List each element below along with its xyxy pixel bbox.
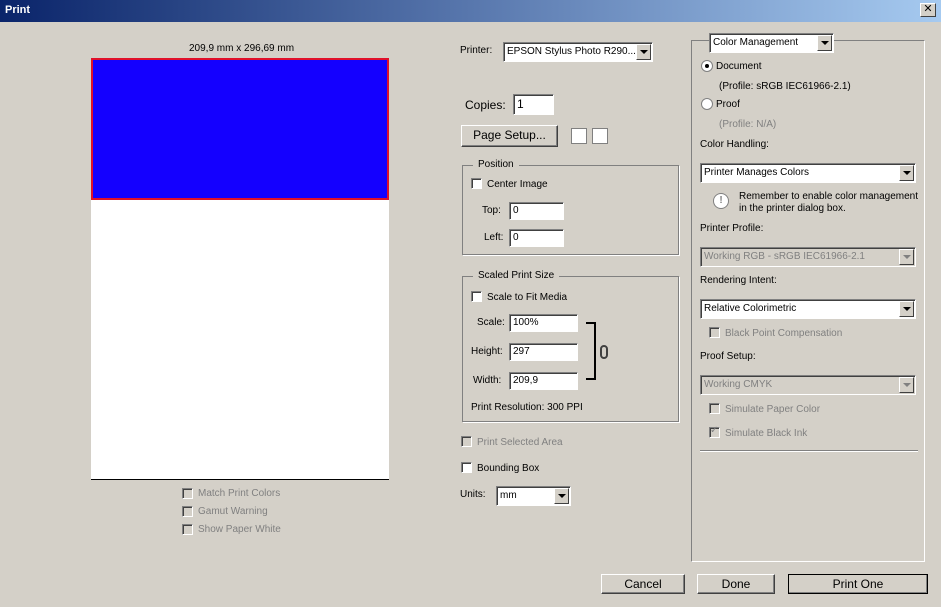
top-input[interactable]: 0 <box>509 202 564 220</box>
gamut-warning-label: Gamut Warning <box>198 506 268 517</box>
printer-profile-label: Printer Profile: <box>700 223 764 234</box>
gamut-warning-checkbox[interactable] <box>182 506 193 517</box>
units-label: Units: <box>460 489 486 500</box>
chevron-down-icon <box>899 165 914 181</box>
landscape-orientation-icon[interactable] <box>592 128 608 144</box>
width-input[interactable]: 209,9 <box>509 372 578 390</box>
chevron-down-icon <box>899 301 914 317</box>
constrain-bracket <box>586 322 596 380</box>
close-icon: ✕ <box>923 3 933 15</box>
printer-value: EPSON Stylus Photo R290... <box>507 46 636 57</box>
printer-select[interactable]: EPSON Stylus Photo R290... <box>503 42 653 62</box>
simulate-paper-color-label: Simulate Paper Color <box>725 404 821 415</box>
color-handling-label: Color Handling: <box>700 139 769 150</box>
show-paper-white-label: Show Paper White <box>198 524 281 535</box>
height-label: Height: <box>471 346 503 357</box>
scale-input[interactable]: 100% <box>509 314 578 332</box>
center-image-label: Center Image <box>487 179 548 190</box>
color-management-reminder: Remember to enable color management in t… <box>739 191 918 214</box>
color-management-value: Color Management <box>713 37 799 48</box>
document-profile: (Profile: sRGB IEC61966-2.1) <box>719 81 851 92</box>
scale-to-fit-label: Scale to Fit Media <box>487 292 568 303</box>
proof-radio[interactable] <box>701 98 713 110</box>
preview-image[interactable] <box>91 58 389 200</box>
rendering-intent-label: Rendering Intent: <box>700 275 777 286</box>
proof-setup-select[interactable]: Working CMYK <box>700 375 916 395</box>
scaled-print-size-title: Scaled Print Size <box>473 270 560 281</box>
preview-dimensions: 209,9 mm x 296,69 mm <box>189 43 295 54</box>
left-label: Left: <box>484 232 504 243</box>
chevron-down-icon <box>817 35 832 51</box>
rendering-intent-select[interactable]: Relative Colorimetric <box>700 299 916 319</box>
rendering-intent-value: Relative Colorimetric <box>704 303 797 314</box>
window-title: Print <box>5 4 31 16</box>
chevron-down-icon <box>554 488 569 504</box>
panel-divider <box>700 450 918 452</box>
portrait-orientation-icon[interactable] <box>571 128 587 144</box>
printer-profile-select[interactable]: Working RGB - sRGB IEC61966-2.1 <box>700 247 916 267</box>
proof-label: Proof <box>716 99 740 110</box>
print-selected-area-label: Print Selected Area <box>477 437 563 448</box>
done-button[interactable]: Done <box>697 574 775 594</box>
copies-label: Copies: <box>465 98 506 112</box>
chevron-down-icon <box>899 249 914 265</box>
color-management-select[interactable]: Color Management <box>709 33 834 53</box>
copies-input[interactable]: 1 <box>513 94 554 115</box>
proof-setup-value: Working CMYK <box>704 379 773 390</box>
height-input[interactable]: 297 <box>509 343 578 361</box>
color-handling-select[interactable]: Printer Manages Colors <box>700 163 916 183</box>
scale-to-fit-checkbox[interactable] <box>471 291 482 302</box>
show-paper-white-checkbox[interactable] <box>182 524 193 535</box>
print-one-button[interactable]: Print One <box>788 574 928 594</box>
info-icon: ! <box>713 193 729 209</box>
units-select[interactable]: mm <box>496 486 571 506</box>
title-bar: Print ✕ <box>0 0 941 22</box>
scale-label: Scale: <box>477 317 505 328</box>
document-radio[interactable] <box>701 60 713 72</box>
proof-profile: (Profile: N/A) <box>719 119 777 130</box>
simulate-paper-color-checkbox[interactable] <box>709 403 720 414</box>
link-icon[interactable] <box>600 345 608 359</box>
black-point-compensation-checkbox[interactable] <box>709 327 720 338</box>
print-resolution: Print Resolution: 300 PPI <box>471 402 583 413</box>
print-selected-area-checkbox[interactable] <box>461 436 472 447</box>
position-title: Position <box>473 159 519 170</box>
document-label: Document <box>716 61 762 72</box>
match-print-colors-label: Match Print Colors <box>198 488 281 499</box>
printer-label: Printer: <box>460 45 493 56</box>
cancel-button[interactable]: Cancel <box>601 574 685 594</box>
units-value: mm <box>500 490 517 501</box>
simulate-black-ink-checkbox[interactable] <box>709 425 720 438</box>
chevron-down-icon <box>899 377 914 393</box>
top-label: Top: <box>482 205 501 216</box>
center-image-checkbox[interactable] <box>471 178 482 189</box>
color-handling-value: Printer Manages Colors <box>704 167 810 178</box>
bounding-box-label: Bounding Box <box>477 463 540 474</box>
printer-profile-value: Working RGB - sRGB IEC61966-2.1 <box>704 251 865 262</box>
close-button[interactable]: ✕ <box>920 3 936 17</box>
chevron-down-icon <box>636 44 651 60</box>
match-print-colors-checkbox[interactable] <box>182 488 193 499</box>
proof-setup-label: Proof Setup: <box>700 351 756 362</box>
width-label: Width: <box>473 375 502 386</box>
simulate-black-ink-label: Simulate Black Ink <box>725 428 808 439</box>
bounding-box-checkbox[interactable] <box>461 462 472 473</box>
left-input[interactable]: 0 <box>509 229 564 247</box>
black-point-compensation-label: Black Point Compensation <box>725 328 843 339</box>
page-setup-button[interactable]: Page Setup... <box>461 125 558 147</box>
